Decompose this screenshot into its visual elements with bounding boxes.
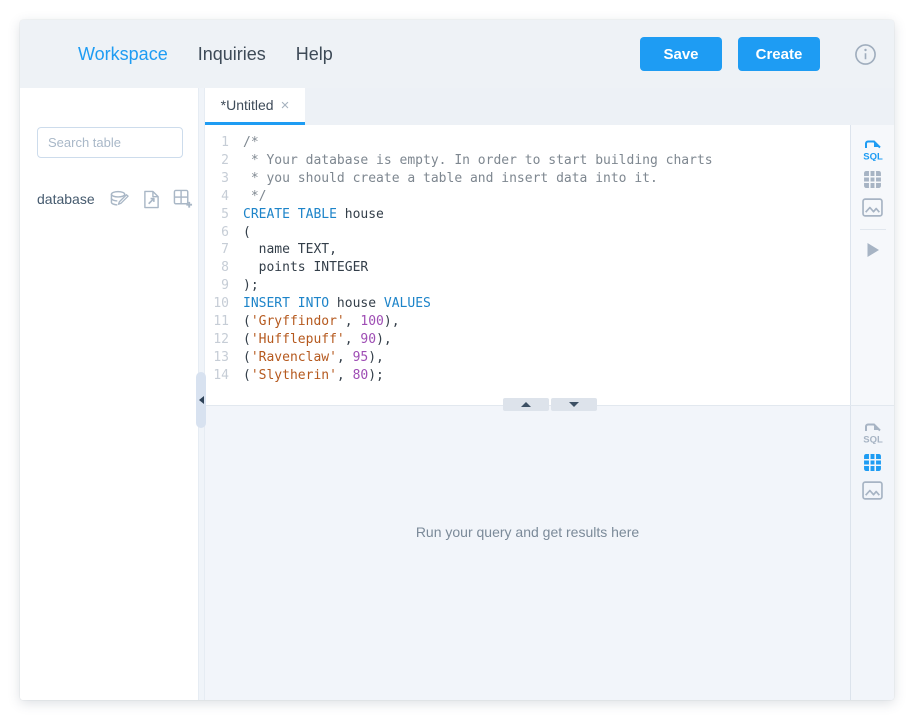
code-lines[interactable]: /* * Your database is empty. In order to…: [235, 125, 850, 405]
results-panel: Run your query and get results here SQL: [205, 405, 894, 700]
database-row: database: [37, 189, 198, 209]
search-input[interactable]: [37, 127, 183, 158]
sql-view-icon[interactable]: SQL: [861, 137, 885, 161]
tab-untitled[interactable]: *Untitled ×: [205, 88, 305, 125]
tab-strip: *Untitled ×: [205, 88, 894, 125]
results-placeholder: Run your query and get results here: [416, 524, 639, 540]
sidebar-collapse-handle[interactable]: [196, 372, 206, 428]
collapse-left-icon: [199, 396, 204, 404]
header: Workspace Inquiries Help Save Create: [20, 20, 894, 88]
content-area: *Untitled × 1234567891011121314 /* * You…: [205, 88, 894, 700]
arrow-up-icon: [521, 402, 531, 407]
database-edit-icon[interactable]: [109, 190, 130, 209]
results-area: Run your query and get results here: [205, 406, 850, 700]
main-area: database: [20, 88, 894, 700]
app-window: Workspace Inquiries Help Save Create dat…: [20, 20, 894, 700]
expand-down-button[interactable]: [551, 398, 597, 411]
editor-toolbar: SQL: [850, 125, 894, 405]
arrow-down-icon: [569, 402, 579, 407]
info-icon[interactable]: [854, 43, 877, 66]
run-query-icon[interactable]: [866, 242, 880, 258]
table-view-icon[interactable]: [863, 453, 882, 472]
sidebar: database: [20, 88, 198, 700]
editor-panel: 1234567891011121314 /* * Your database i…: [205, 125, 894, 405]
tab-close-icon[interactable]: ×: [281, 97, 290, 114]
svg-text:SQL: SQL: [863, 435, 883, 445]
header-actions: Save Create: [640, 37, 877, 71]
chart-view-icon[interactable]: [862, 198, 883, 217]
expand-up-button[interactable]: [503, 398, 549, 411]
main-nav: Workspace Inquiries Help: [78, 44, 333, 65]
nav-workspace[interactable]: Workspace: [78, 44, 168, 65]
page: Workspace Inquiries Help Save Create dat…: [0, 0, 918, 724]
line-numbers: 1234567891011121314: [205, 125, 235, 405]
sql-view-icon[interactable]: SQL: [861, 420, 885, 444]
chart-view-icon[interactable]: [862, 481, 883, 500]
nav-inquiries[interactable]: Inquiries: [198, 44, 266, 65]
horizontal-splitter: [503, 398, 597, 411]
create-button[interactable]: Create: [738, 37, 820, 71]
toolbar-divider: [860, 229, 886, 230]
tab-title: *Untitled: [221, 97, 274, 113]
table-view-icon[interactable]: [863, 170, 882, 189]
svg-text:SQL: SQL: [863, 152, 883, 162]
add-table-icon[interactable]: [173, 189, 193, 209]
save-button[interactable]: Save: [640, 37, 722, 71]
nav-help[interactable]: Help: [296, 44, 333, 65]
file-import-icon[interactable]: [143, 190, 160, 209]
database-label: database: [37, 191, 95, 207]
results-toolbar: SQL: [850, 406, 894, 700]
